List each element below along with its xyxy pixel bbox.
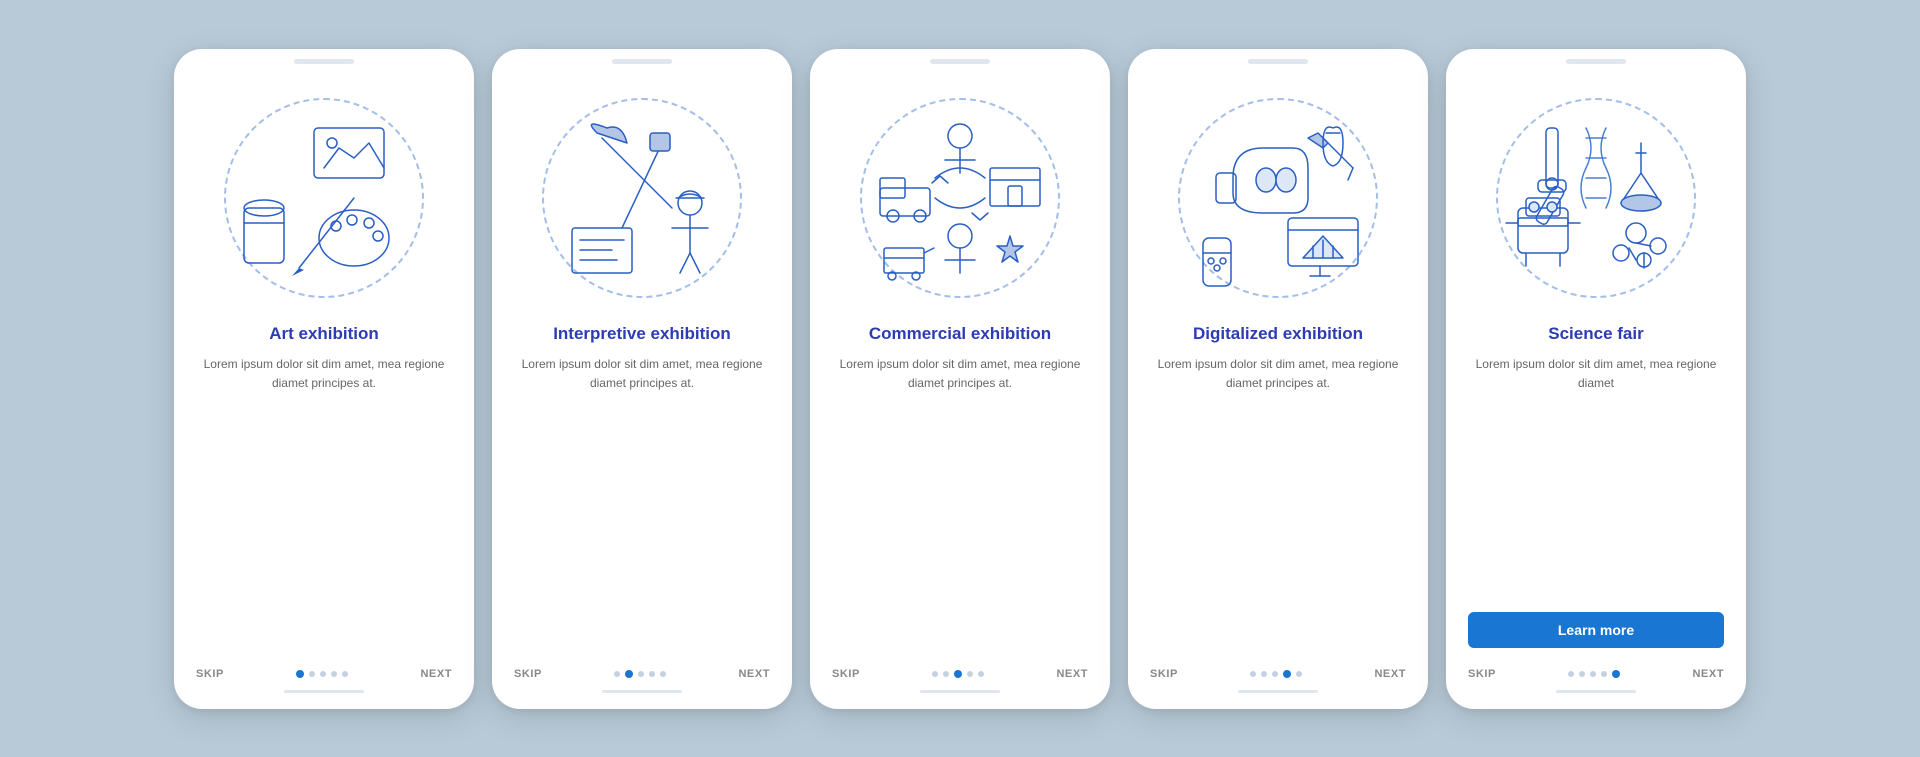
illustration-interpretive (527, 83, 757, 313)
dot-4 (649, 671, 655, 677)
card-footer: SKIP NEXT (196, 660, 452, 680)
commercial-illustration (860, 98, 1060, 298)
dot-2 (1261, 671, 1267, 677)
bottom-line (602, 690, 682, 693)
next-button[interactable]: NEXT (738, 668, 770, 680)
dot-5 (660, 671, 666, 677)
next-button[interactable]: NEXT (420, 668, 452, 680)
dot-5 (342, 671, 348, 677)
card-desc: Lorem ipsum dolor sit dim amet, mea regi… (1468, 355, 1724, 604)
card-science-fair: Science fair Lorem ipsum dolor sit dim a… (1446, 49, 1746, 709)
dot-3 (954, 670, 962, 678)
card-title: Science fair (1548, 323, 1643, 345)
skip-button[interactable]: SKIP (196, 668, 224, 680)
learn-more-button[interactable]: Learn more (1468, 612, 1724, 648)
card-title: Commercial exhibition (869, 323, 1051, 345)
dot-2 (943, 671, 949, 677)
card-desc: Lorem ipsum dolor sit dim amet, mea regi… (832, 355, 1088, 652)
illustration-digitalized (1163, 83, 1393, 313)
next-button[interactable]: NEXT (1056, 668, 1088, 680)
dot-1 (932, 671, 938, 677)
next-button[interactable]: NEXT (1374, 668, 1406, 680)
card-title: Interpretive exhibition (553, 323, 731, 345)
skip-button[interactable]: SKIP (832, 668, 860, 680)
dot-2 (1579, 671, 1585, 677)
pagination-dots (1250, 670, 1302, 678)
dot-1 (614, 671, 620, 677)
pagination-dots (296, 670, 348, 678)
dot-4 (1283, 670, 1291, 678)
card-title: Digitalized exhibition (1193, 323, 1363, 345)
dot-2 (625, 670, 633, 678)
card-interpretive-exhibition: Interpretive exhibition Lorem ipsum dolo… (492, 49, 792, 709)
dot-2 (309, 671, 315, 677)
pagination-dots (932, 670, 984, 678)
card-title: Art exhibition (269, 323, 379, 345)
interpretive-illustration (542, 98, 742, 298)
dot-3 (1272, 671, 1278, 677)
dot-1 (296, 670, 304, 678)
dot-3 (320, 671, 326, 677)
card-footer: SKIP NEXT (514, 660, 770, 680)
dot-1 (1568, 671, 1574, 677)
bottom-line (920, 690, 1000, 693)
dot-1 (1250, 671, 1256, 677)
illustration-science (1481, 83, 1711, 313)
card-commercial-exhibition: Commercial exhibition Lorem ipsum dolor … (810, 49, 1110, 709)
dot-5 (978, 671, 984, 677)
illustration-commercial (845, 83, 1075, 313)
skip-button[interactable]: SKIP (1468, 668, 1496, 680)
card-footer: SKIP NEXT (832, 660, 1088, 680)
bottom-line (284, 690, 364, 693)
dot-5 (1612, 670, 1620, 678)
card-desc: Lorem ipsum dolor sit dim amet, mea regi… (196, 355, 452, 652)
skip-button[interactable]: SKIP (1150, 668, 1178, 680)
art-illustration (224, 98, 424, 298)
card-desc: Lorem ipsum dolor sit dim amet, mea regi… (1150, 355, 1406, 652)
digitalized-illustration (1178, 98, 1378, 298)
card-digitalized-exhibition: Digitalized exhibition Lorem ipsum dolor… (1128, 49, 1428, 709)
dot-5 (1296, 671, 1302, 677)
bottom-line (1556, 690, 1636, 693)
card-desc: Lorem ipsum dolor sit dim amet, mea regi… (514, 355, 770, 652)
dot-4 (331, 671, 337, 677)
card-footer: SKIP NEXT (1150, 660, 1406, 680)
cards-container: Art exhibition Lorem ipsum dolor sit dim… (174, 49, 1746, 709)
card-footer: SKIP NEXT (1468, 660, 1724, 680)
dot-3 (638, 671, 644, 677)
science-illustration (1496, 98, 1696, 298)
dot-3 (1590, 671, 1596, 677)
bottom-line (1238, 690, 1318, 693)
pagination-dots (614, 670, 666, 678)
next-button[interactable]: NEXT (1692, 668, 1724, 680)
card-art-exhibition: Art exhibition Lorem ipsum dolor sit dim… (174, 49, 474, 709)
dot-4 (1601, 671, 1607, 677)
dot-4 (967, 671, 973, 677)
skip-button[interactable]: SKIP (514, 668, 542, 680)
illustration-art (209, 83, 439, 313)
pagination-dots (1568, 670, 1620, 678)
